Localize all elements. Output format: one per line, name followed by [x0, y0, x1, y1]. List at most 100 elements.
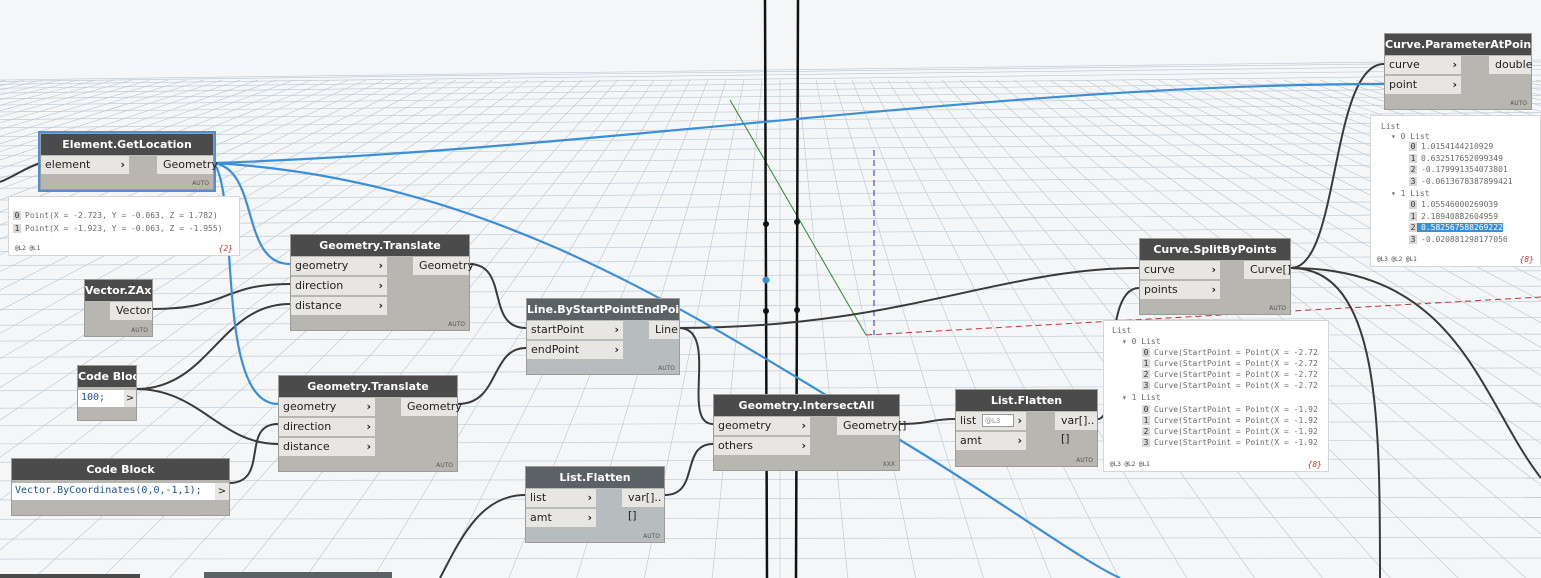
output-port-geometry[interactable]: Geometry	[401, 398, 462, 416]
node-element-get-location[interactable]: Element.GetLocation element › Geometry AU…	[38, 131, 218, 192]
input-port-distance[interactable]: distance ›	[291, 297, 387, 315]
node-geometry-translate-1[interactable]: Geometry.Translate geometry › Geometry di…	[290, 234, 474, 331]
output-port-double[interactable]: double	[1489, 56, 1533, 74]
input-port-curve[interactable]: curve ›	[1385, 56, 1461, 74]
node-line-by-start-end[interactable]: Line.ByStartPointEndPoint startPoint › Li…	[526, 298, 680, 375]
node-title: Geometry.Translate	[279, 376, 457, 397]
preview-item: 0 Curve(StartPoint = Point(X = -1.92	[1142, 405, 1318, 414]
code-editor[interactable]: Vector.ByCoordinates(0,0,-1,1);	[15, 485, 202, 496]
input-port-amt[interactable]: amt ›	[526, 509, 596, 527]
node-code-block-100[interactable]: Code Block 100; >	[77, 365, 137, 421]
lacing-badge: AUTO	[1269, 305, 1286, 312]
input-port-curve[interactable]: curve ›	[1140, 261, 1220, 279]
output-port-geometry[interactable]: Geometry	[157, 156, 218, 174]
wire[interactable]	[457, 347, 527, 405]
node-title: List.Flatten	[526, 467, 664, 488]
input-port-direction[interactable]: direction ›	[279, 418, 375, 436]
ground-grid	[0, 59, 1541, 578]
grid-line	[0, 557, 1541, 560]
wire[interactable]	[151, 283, 291, 310]
grid-line	[0, 61, 1541, 82]
input-port-amt[interactable]: amt ›	[956, 432, 1026, 450]
output-port-curves[interactable]: Curve[]	[1244, 261, 1291, 279]
collapse-icon[interactable]: ▾	[1122, 393, 1127, 402]
chevron-right-icon: ›	[120, 158, 125, 171]
chevron-right-icon: ›	[378, 299, 383, 312]
chevron-right-icon: ›	[378, 259, 383, 272]
output-port-vector[interactable]: Vector	[110, 302, 152, 320]
lacing-badge: AUTO	[658, 365, 675, 372]
node-list-flatten-2[interactable]: List.Flatten list @L3 › var[]..[] amt › A…	[955, 389, 1098, 467]
node-partial-bottom-left[interactable]	[0, 574, 140, 578]
node-code-block-vector[interactable]: Code Block Vector.ByCoordinates(0,0,-1,1…	[11, 458, 230, 516]
grid-line	[0, 301, 1541, 310]
grid-line	[851, 79, 1052, 578]
code-editor[interactable]: 100;	[81, 392, 105, 403]
preview-count: {8}	[1307, 460, 1322, 469]
preview-item: 2 Curve(StartPoint = Point(X = -1.92	[1142, 427, 1318, 436]
output-port[interactable]: >	[124, 390, 136, 407]
output-port[interactable]: >	[215, 483, 229, 500]
chevron-right-icon: ›	[1211, 283, 1216, 296]
preview-item: 2 Curve(StartPoint = Point(X = -2.72	[1142, 370, 1318, 379]
node-title: Geometry.IntersectAll	[714, 395, 899, 416]
chevron-right-icon: ›	[366, 440, 371, 453]
node-curve-parameter-at-point[interactable]: Curve.ParameterAtPoint curve › double poi…	[1384, 33, 1533, 110]
wire[interactable]	[135, 303, 291, 390]
input-port-geometry[interactable]: geometry ›	[279, 398, 375, 416]
node-partial-bottom-center[interactable]	[204, 572, 392, 578]
node-title: Curve.SplitByPoints	[1140, 239, 1290, 260]
preview-levels: @L3 @L2 @L1	[1110, 461, 1150, 468]
wire[interactable]	[678, 327, 714, 425]
input-port-element[interactable]: element ›	[41, 156, 129, 174]
input-port-start-point[interactable]: startPoint ›	[527, 321, 623, 339]
collapse-icon[interactable]: ▾	[1122, 337, 1127, 346]
chevron-right-icon: ›	[587, 491, 592, 504]
input-port-end-point[interactable]: endPoint ›	[527, 341, 623, 359]
node-geometry-intersect-all[interactable]: Geometry.IntersectAll geometry › Geometry…	[713, 394, 906, 471]
selected-wire[interactable]	[213, 82, 1385, 165]
wire[interactable]	[468, 263, 527, 329]
output-port-geometry[interactable]: Geometry	[413, 257, 474, 275]
wire[interactable]	[664, 443, 714, 496]
grid-line	[0, 79, 7, 82]
input-port-point[interactable]: point ›	[1385, 76, 1461, 94]
node-geometry-translate-2[interactable]: Geometry.Translate geometry › Geometry di…	[278, 375, 462, 472]
input-port-geometry[interactable]: geometry ›	[291, 257, 387, 275]
input-port-distance[interactable]: distance ›	[279, 438, 375, 456]
preview-item: 1 Curve(StartPoint = Point(X = -1.92	[1142, 416, 1318, 425]
level-selector[interactable]: @L3	[982, 414, 1014, 427]
wire[interactable]	[439, 494, 526, 578]
wire[interactable]	[135, 388, 279, 445]
collapse-icon[interactable]: ▾	[1391, 189, 1396, 198]
node-title: Code Block	[12, 459, 229, 480]
preview-item-selected[interactable]: 2 0.582567588269222	[1409, 223, 1503, 232]
grid-line	[0, 103, 1541, 120]
output-port-geometry-list[interactable]: Geometry[]	[837, 417, 906, 435]
preview-item: 3 Curve(StartPoint = Point(X = -1.92	[1142, 438, 1318, 447]
input-port-geometry[interactable]: geometry ›	[714, 417, 810, 435]
preview-item: 1 2.18940882604959	[1409, 212, 1499, 221]
node-vector-zaxis[interactable]: Vector.ZAxis Vector AUTO	[84, 279, 153, 337]
lacing-badge: AUTO	[1076, 457, 1093, 464]
node-curve-split-by-points[interactable]: Curve.SplitByPoints curve › Curve[] point…	[1139, 238, 1291, 315]
output-port-var[interactable]: var[]..[]	[1055, 412, 1097, 445]
grid-line	[0, 121, 1541, 137]
output-port-var[interactable]: var[]..[]	[622, 489, 664, 522]
input-port-points[interactable]: points ›	[1140, 281, 1220, 299]
preview-levels: @L3 @L2 @L1	[1377, 256, 1417, 263]
collapse-icon[interactable]: ▾	[1391, 132, 1396, 141]
preview-item: 0 Point(X = -2.723, Y = -0.063, Z = 1.782…	[13, 211, 218, 220]
point-marker-selected	[762, 276, 770, 284]
grid-line	[0, 517, 1541, 520]
preview-group: ▾ 1 List	[1391, 189, 1430, 198]
grid-line	[815, 79, 916, 578]
lacing-badge: AUTO	[448, 321, 465, 328]
wire[interactable]	[678, 267, 1140, 329]
output-port-line[interactable]: Line	[649, 321, 679, 339]
input-port-list[interactable]: list ›	[526, 489, 596, 507]
input-port-others[interactable]: others ›	[714, 437, 810, 455]
input-port-list[interactable]: list @L3 ›	[956, 412, 1026, 430]
node-list-flatten-1[interactable]: List.Flatten list › var[]..[] amt › AUTO	[525, 466, 665, 543]
input-port-direction[interactable]: direction ›	[291, 277, 387, 295]
